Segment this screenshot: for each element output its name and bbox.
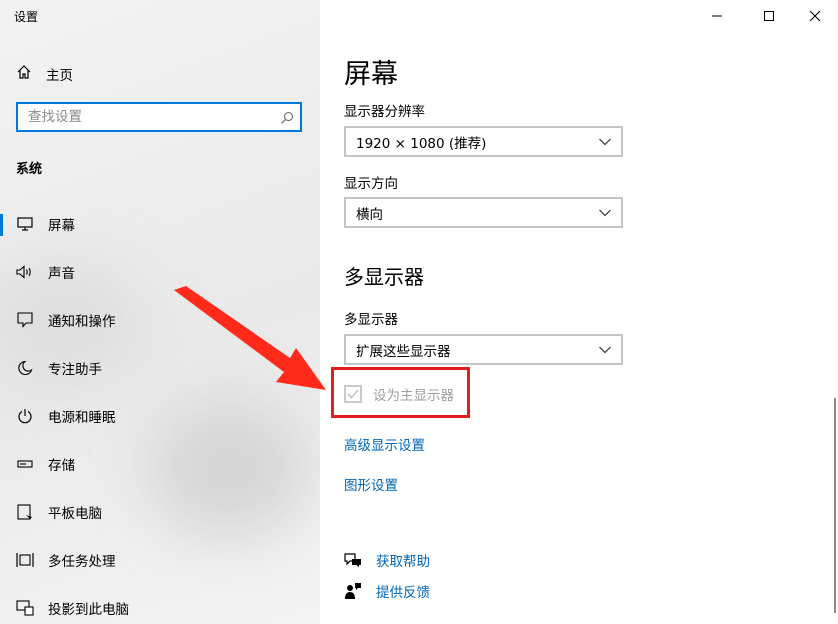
chevron-down-icon: [599, 209, 611, 217]
close-icon: [809, 10, 821, 22]
multi-display-dropdown[interactable]: 扩展这些显示器: [344, 334, 623, 365]
tablet-icon: [16, 503, 34, 521]
search-icon[interactable]: [280, 110, 294, 129]
minimize-button[interactable]: [694, 0, 740, 32]
page-title: 屏幕: [344, 59, 398, 90]
orientation-dropdown[interactable]: 横向: [344, 197, 623, 228]
search-box[interactable]: [16, 102, 302, 132]
sidebar-item-notifications[interactable]: 通知和操作: [0, 300, 320, 340]
sidebar-item-multitasking[interactable]: 多任务处理: [0, 540, 320, 580]
sidebar: 设置 主页 系统 屏幕 声音 通知和操作 专注助手: [0, 0, 320, 624]
highlight-box: [331, 367, 470, 418]
maximize-icon: [764, 11, 774, 21]
sidebar-item-label: 声音: [48, 266, 75, 282]
minimize-icon: [712, 15, 722, 17]
get-help-label: 获取帮助: [376, 554, 430, 570]
sidebar-item-focus-assist[interactable]: 专注助手: [0, 348, 320, 388]
project-icon: [16, 599, 34, 617]
multi-display-value: 扩展这些显示器: [356, 343, 451, 360]
advanced-display-settings-link[interactable]: 高级显示设置: [344, 434, 425, 454]
sidebar-item-label: 多任务处理: [48, 554, 116, 570]
main-content: 屏幕 显示器分辨率 1920 × 1080 (推荐) 显示方向 横向 多显示器 …: [320, 0, 838, 624]
sidebar-item-label: 平板电脑: [48, 506, 102, 522]
home-icon: [16, 64, 46, 84]
sidebar-item-storage[interactable]: 存储: [0, 444, 320, 484]
resolution-value: 1920 × 1080 (推荐): [356, 135, 487, 152]
sidebar-item-project-to-pc[interactable]: 投影到此电脑: [0, 588, 320, 624]
feedback-label: 提供反馈: [376, 585, 430, 601]
chevron-down-icon: [599, 346, 611, 354]
sidebar-item-label: 投影到此电脑: [48, 602, 129, 618]
multitask-icon: [16, 551, 34, 569]
sidebar-item-label: 屏幕: [48, 218, 75, 234]
sidebar-item-label: 电源和睡眠: [48, 410, 116, 426]
storage-icon: [16, 455, 34, 473]
help-chat-icon: [344, 552, 362, 568]
sidebar-item-label: 主页: [46, 68, 73, 84]
sidebar-item-label: 专注助手: [48, 362, 102, 378]
graphics-settings-link[interactable]: 图形设置: [344, 474, 398, 494]
sidebar-item-sound[interactable]: 声音: [0, 252, 320, 292]
multi-display-heading: 多显示器: [344, 265, 424, 289]
multi-display-label: 多显示器: [344, 312, 398, 328]
moon-icon: [16, 359, 34, 377]
sidebar-item-display[interactable]: 屏幕: [0, 204, 320, 244]
chevron-down-icon: [599, 138, 611, 146]
resolution-label: 显示器分辨率: [344, 104, 425, 120]
sidebar-item-home[interactable]: 主页: [16, 63, 73, 85]
feedback-link[interactable]: 提供反馈: [344, 581, 430, 601]
orientation-value: 横向: [356, 206, 383, 223]
close-button[interactable]: [792, 0, 838, 32]
scrollbar[interactable]: [834, 398, 836, 613]
get-help-link[interactable]: 获取帮助: [344, 550, 430, 570]
maximize-button[interactable]: [746, 0, 792, 32]
feedback-person-icon: [344, 582, 362, 600]
section-label: 系统: [16, 162, 43, 177]
sidebar-item-label: 通知和操作: [48, 314, 116, 330]
monitor-icon: [16, 215, 34, 233]
sidebar-item-tablet[interactable]: 平板电脑: [0, 492, 320, 532]
search-input[interactable]: [28, 104, 268, 130]
sidebar-item-power-sleep[interactable]: 电源和睡眠: [0, 396, 320, 436]
notification-icon: [16, 311, 34, 329]
window-title: 设置: [14, 10, 39, 24]
orientation-label: 显示方向: [344, 176, 398, 192]
resolution-dropdown[interactable]: 1920 × 1080 (推荐): [344, 126, 623, 157]
sidebar-item-label: 存储: [48, 458, 75, 474]
power-icon: [16, 407, 34, 425]
speaker-icon: [16, 263, 34, 281]
